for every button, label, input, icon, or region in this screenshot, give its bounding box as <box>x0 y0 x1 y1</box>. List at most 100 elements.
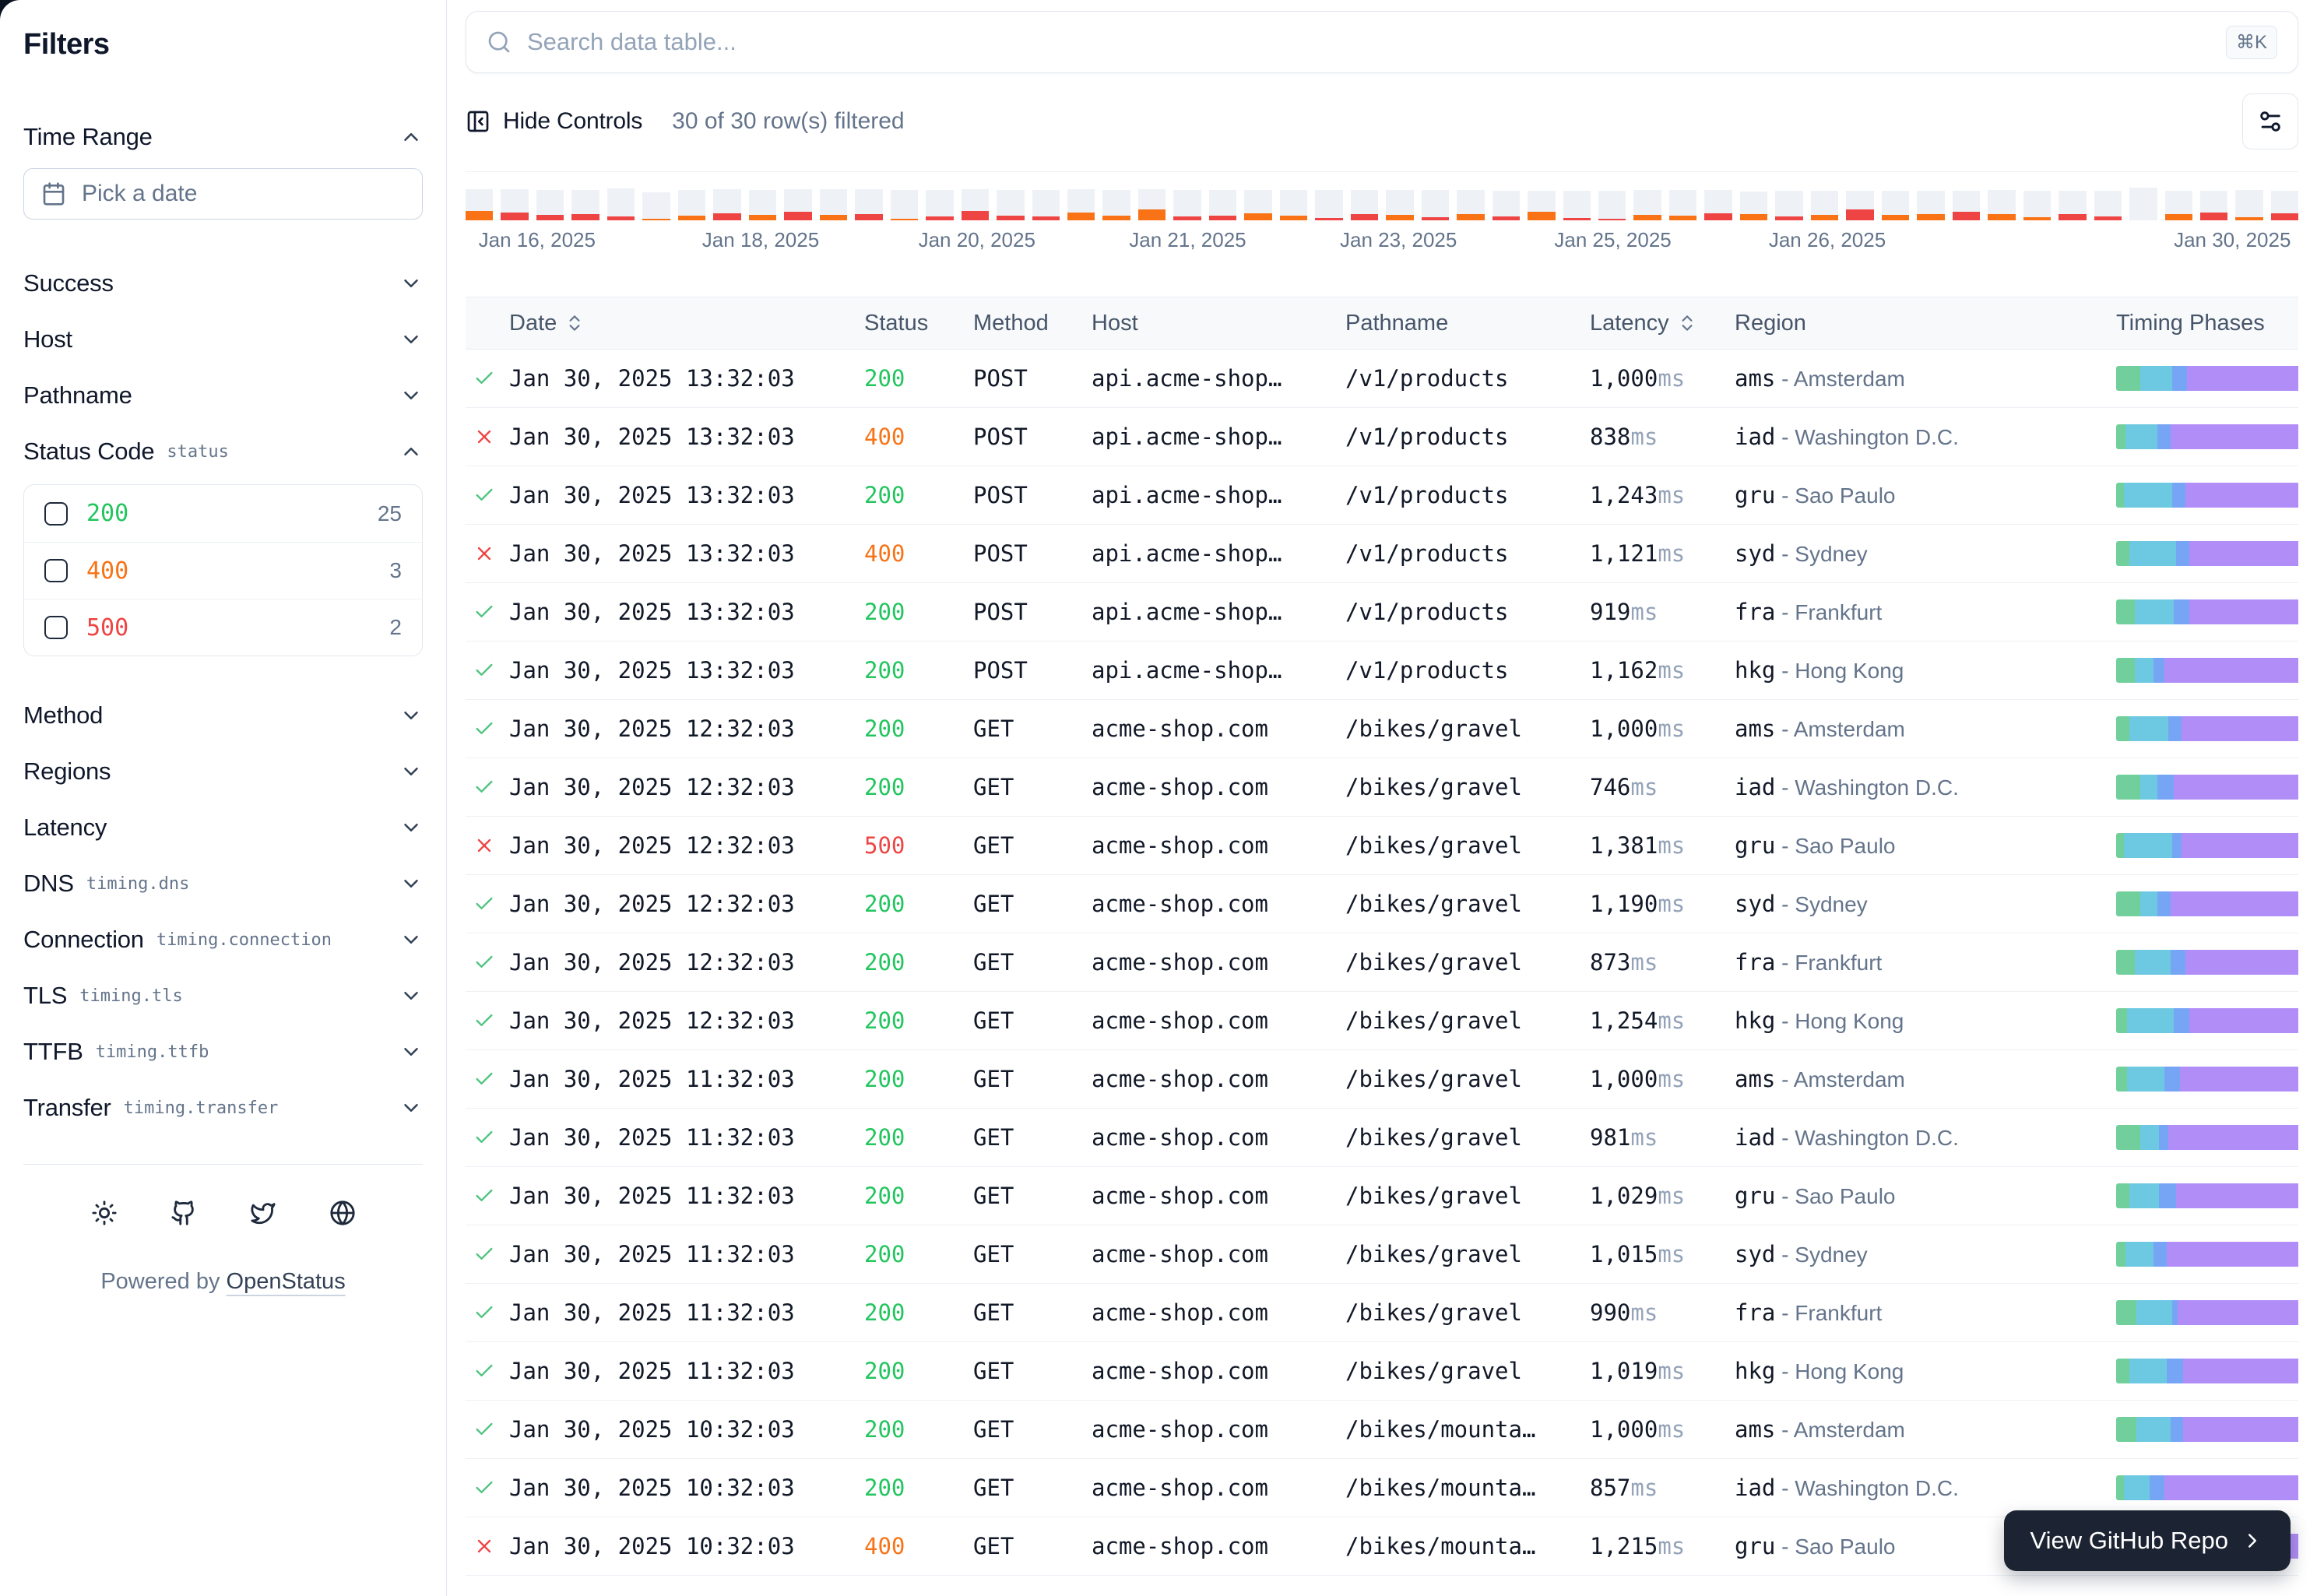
table-row[interactable]: Jan 30, 2025 13:32:03 400 POST api.acme-… <box>466 408 2298 466</box>
table-row[interactable]: Jan 30, 2025 13:32:03 200 POST api.acme-… <box>466 466 2298 525</box>
header-latency[interactable]: Latency <box>1585 311 1730 336</box>
timeline-bar[interactable] <box>1209 190 1236 220</box>
sidebar-section-status-code[interactable]: Status Code status <box>23 424 423 480</box>
timeline-bar[interactable] <box>536 190 564 220</box>
twitter-icon[interactable] <box>246 1196 280 1230</box>
checkbox[interactable] <box>44 559 68 582</box>
timeline-bar[interactable] <box>2271 191 2298 220</box>
timeline-bar[interactable] <box>2165 191 2192 220</box>
sidebar-section-host[interactable]: Host <box>23 311 423 367</box>
table-row[interactable]: Jan 30, 2025 12:32:03 200 GET acme-shop.… <box>466 992 2298 1050</box>
timeline-bar[interactable] <box>1280 190 1307 220</box>
timeline-bar[interactable] <box>1988 190 2015 220</box>
timeline-bar[interactable] <box>1775 191 1802 220</box>
sidebar-section-method[interactable]: Method <box>23 687 423 744</box>
timeline-bar[interactable] <box>642 192 670 220</box>
timeline-bar[interactable] <box>1032 190 1060 220</box>
header-date[interactable]: Date <box>505 311 860 336</box>
theme-toggle-sun-icon[interactable] <box>87 1196 121 1230</box>
sidebar-section-latency[interactable]: Latency <box>23 800 423 856</box>
timeline-bar[interactable] <box>1846 191 1873 220</box>
table-row[interactable]: Jan 30, 2025 10:32:03 200 GET acme-shop.… <box>466 1401 2298 1459</box>
timeline-bar[interactable] <box>1917 191 1944 220</box>
sidebar-section-time-range[interactable]: Time Range <box>23 109 423 165</box>
header-pathname[interactable]: Pathname <box>1341 311 1585 336</box>
table-row[interactable]: Jan 30, 2025 13:32:03 200 POST api.acme-… <box>466 350 2298 408</box>
timeline-bar[interactable] <box>678 190 705 220</box>
timeline-bar[interactable] <box>891 190 918 220</box>
header-timing-phases[interactable]: Timing Phases <box>2111 311 2298 336</box>
table-row[interactable]: Jan 30, 2025 12:32:03 200 GET acme-shop.… <box>466 700 2298 758</box>
table-row[interactable]: Jan 30, 2025 10:32:03 200 GET acme-shop.… <box>466 1459 2298 1517</box>
github-icon[interactable] <box>167 1196 201 1230</box>
table-row[interactable]: Jan 30, 2025 13:32:03 200 POST api.acme-… <box>466 583 2298 642</box>
table-row[interactable]: Jan 30, 2025 11:32:03 200 GET acme-shop.… <box>466 1050 2298 1109</box>
search-input[interactable] <box>527 28 2210 56</box>
timeline-bar[interactable] <box>1633 190 1661 220</box>
timeline-bar[interactable] <box>607 188 635 220</box>
sidebar-section-connection[interactable]: Connection timing.connection <box>23 912 423 968</box>
timeline-bar[interactable] <box>571 190 599 220</box>
timeline-bar[interactable] <box>2059 191 2086 220</box>
timeline-bar[interactable] <box>1351 190 1378 220</box>
header-status[interactable]: Status <box>860 311 969 336</box>
timeline-bar[interactable] <box>1422 190 1449 220</box>
timeline-bar[interactable] <box>1528 191 1555 220</box>
timeline-bar[interactable] <box>1811 191 1838 220</box>
header-method[interactable]: Method <box>969 311 1087 336</box>
globe-icon[interactable] <box>325 1196 360 1230</box>
timeline-bar[interactable] <box>1138 189 1166 220</box>
sidebar-section-tls[interactable]: TLS timing.tls <box>23 968 423 1024</box>
status-code-option[interactable]: 500 2 <box>24 599 422 656</box>
timeline-bar[interactable] <box>1493 191 1520 220</box>
header-region[interactable]: Region <box>1730 311 2111 336</box>
table-row[interactable]: Jan 30, 2025 11:32:03 200 GET acme-shop.… <box>466 1284 2298 1342</box>
timeline-bar[interactable] <box>1457 190 1484 220</box>
openstatus-link[interactable]: OpenStatus <box>227 1269 346 1294</box>
timeline-bar[interactable] <box>2023 191 2051 220</box>
date-picker-input[interactable]: Pick a date <box>23 168 423 220</box>
timeline-bar[interactable] <box>1669 190 1696 220</box>
sidebar-section-dns[interactable]: DNS timing.dns <box>23 856 423 912</box>
table-row[interactable]: Jan 30, 2025 11:32:03 200 GET acme-shop.… <box>466 1225 2298 1284</box>
timeline-bar[interactable] <box>2094 191 2122 220</box>
hide-controls-button[interactable]: Hide Controls <box>466 108 642 135</box>
header-host[interactable]: Host <box>1087 311 1341 336</box>
checkbox[interactable] <box>44 502 68 526</box>
table-row[interactable]: Jan 30, 2025 12:32:03 200 GET acme-shop.… <box>466 875 2298 933</box>
timeline-bar[interactable] <box>1563 191 1591 220</box>
table-row[interactable]: Jan 30, 2025 11:32:03 200 GET acme-shop.… <box>466 1167 2298 1225</box>
checkbox[interactable] <box>44 616 68 639</box>
timeline-bar[interactable] <box>1882 191 1909 220</box>
sidebar-section-regions[interactable]: Regions <box>23 744 423 800</box>
table-row[interactable]: Jan 30, 2025 12:32:03 200 GET acme-shop.… <box>466 758 2298 817</box>
sidebar-section-transfer[interactable]: Transfer timing.transfer <box>23 1080 423 1136</box>
sidebar-section-ttfb[interactable]: TTFB timing.ttfb <box>23 1024 423 1080</box>
timeline-bar[interactable] <box>466 189 493 220</box>
timeline-bar[interactable] <box>962 189 989 220</box>
timeline-bar[interactable] <box>1244 190 1271 220</box>
timeline-bar[interactable] <box>1067 189 1095 220</box>
timeline-bar[interactable] <box>1102 190 1130 220</box>
sidebar-section-pathname[interactable]: Pathname <box>23 367 423 424</box>
timeline-bar[interactable] <box>1740 192 1767 220</box>
view-options-button[interactable] <box>2242 93 2298 149</box>
table-row[interactable]: Jan 30, 2025 13:32:03 400 POST api.acme-… <box>466 525 2298 583</box>
table-row[interactable]: Jan 30, 2025 13:32:03 200 POST api.acme-… <box>466 642 2298 700</box>
table-row[interactable]: Jan 30, 2025 12:32:03 500 GET acme-shop.… <box>466 817 2298 875</box>
timeline-bar[interactable] <box>1953 191 1980 220</box>
timeline-bar[interactable] <box>1315 190 1342 220</box>
view-github-repo-button[interactable]: View GitHub Repo <box>2004 1510 2291 1571</box>
table-row[interactable]: Jan 30, 2025 11:32:03 200 GET acme-shop.… <box>466 1109 2298 1167</box>
timeline-bar[interactable] <box>2235 190 2263 220</box>
timeline-bar[interactable] <box>997 190 1024 220</box>
search-bar[interactable]: ⌘K <box>466 11 2298 73</box>
timeline-bar[interactable] <box>1704 190 1732 220</box>
timeline-bar[interactable] <box>1173 190 1201 220</box>
timeline-bar[interactable] <box>820 189 847 220</box>
timeline-bar[interactable] <box>855 189 882 220</box>
timeline-bar[interactable] <box>2200 191 2227 220</box>
status-code-option[interactable]: 200 25 <box>24 485 422 542</box>
table-row[interactable]: Jan 30, 2025 12:32:03 200 GET acme-shop.… <box>466 933 2298 992</box>
table-row[interactable]: Jan 30, 2025 11:32:03 200 GET acme-shop.… <box>466 1342 2298 1401</box>
